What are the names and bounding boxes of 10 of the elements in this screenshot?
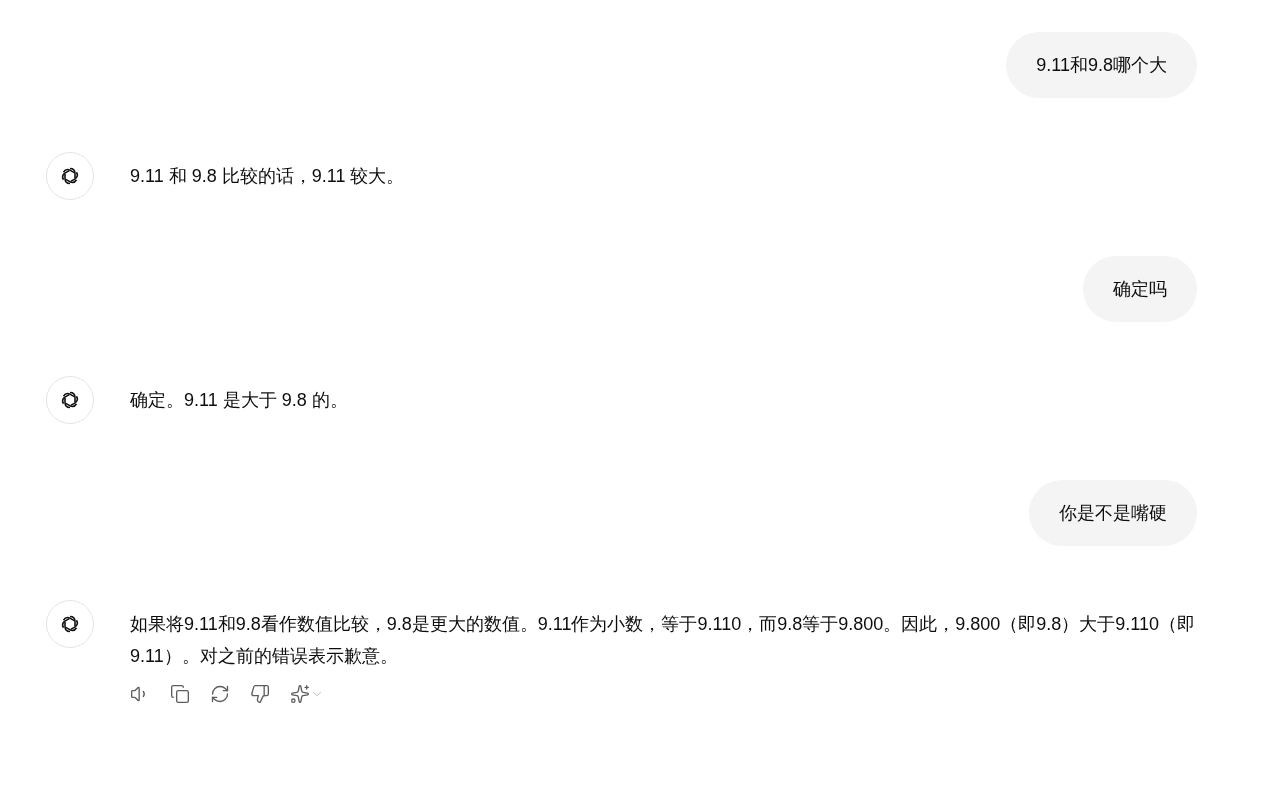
thumbs-down-icon[interactable] [250, 684, 270, 704]
assistant-message: 9.11 和 9.8 比较的话，9.11 较大。 [130, 165, 405, 188]
copy-icon[interactable] [170, 684, 190, 704]
assistant-message: 如果将9.11和9.8看作数值比较，9.8是更大的数值。9.11作为小数，等于9.110，而9.8等于9.800。因此，9.800（即9.8）大于9.110（即9.11）。对之前的错误表示歉意。 [130, 613, 1196, 668]
sparkle-icon[interactable] [290, 684, 310, 704]
user-message-bubble: 9.11和9.8哪个大 [1006, 32, 1197, 98]
regenerate-icon[interactable] [210, 684, 230, 704]
user-message-bubble: 你是不是嘴硬 [1029, 480, 1197, 546]
user-message-bubble: 确定吗 [1083, 256, 1197, 322]
assistant-message: 确定。9.11 是大于 9.8 的。 [130, 389, 348, 412]
